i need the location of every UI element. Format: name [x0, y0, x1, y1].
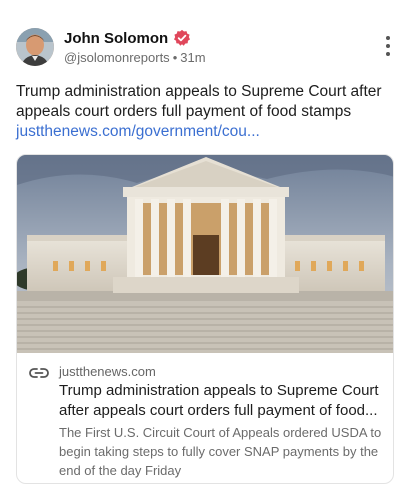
- card-title[interactable]: Trump administration appeals to Supreme …: [59, 381, 389, 421]
- post-link[interactable]: justthenews.com/government/cou...: [16, 122, 260, 142]
- link-preview-card[interactable]: justthenews.com Trump administration app…: [16, 154, 394, 484]
- more-vertical-icon[interactable]: [380, 36, 396, 56]
- link-icon: [29, 368, 49, 378]
- author-meta: @jsolomonreports • 31m: [64, 50, 206, 65]
- author-name[interactable]: John Solomon: [64, 30, 168, 47]
- avatar[interactable]: [16, 28, 54, 66]
- card-domain: justthenews.com: [59, 364, 156, 379]
- verified-badge-icon: [174, 29, 191, 46]
- card-image: [17, 155, 393, 353]
- card-description: The First U.S. Circuit Court of Appeals …: [59, 425, 382, 478]
- post: John Solomon @jsolomonreports • 31m Trump …: [0, 0, 410, 500]
- post-text: Trump administration appeals to Supreme …: [16, 83, 382, 120]
- meta-separator: •: [172, 50, 178, 65]
- author-name-row: John Solomon: [64, 29, 191, 47]
- avatar-image: [16, 28, 54, 66]
- post-header: John Solomon @jsolomonreports • 31m: [16, 28, 396, 68]
- author-handle[interactable]: @jsolomonreports: [64, 50, 170, 65]
- post-time: 31m: [180, 50, 206, 65]
